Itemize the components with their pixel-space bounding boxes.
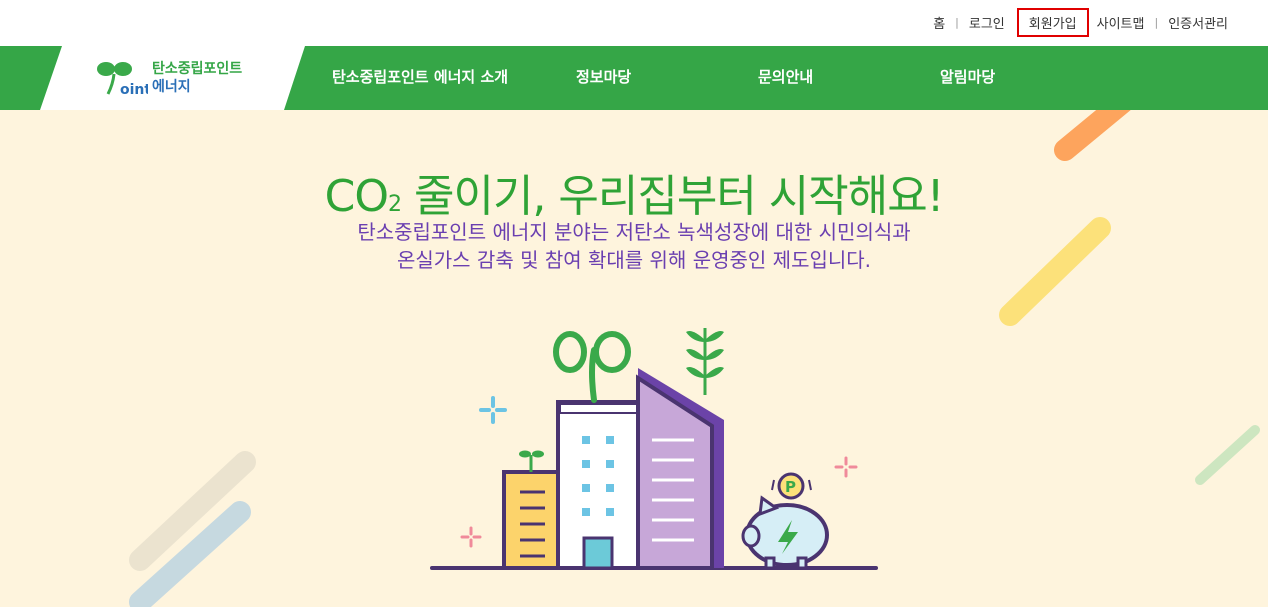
site-logo[interactable]: oint 탄소중립포인트 에너지 [96, 58, 242, 98]
logo-line1: 탄소중립포인트 [152, 61, 243, 77]
main-nav-bar: oint 탄소중립포인트 에너지 탄소중립포인트 에너지 소개 정보마당 문의안… [0, 46, 1268, 110]
menu-item-info[interactable]: 정보마당 [576, 66, 631, 87]
signup-link[interactable]: 회원가입 [1016, 7, 1089, 37]
logo-line2: 에너지 [152, 79, 191, 95]
sparkle-icon [479, 396, 507, 424]
sparkle-icon [460, 526, 482, 548]
page-root: 홈 | 로그인 회원가입 사이트맵 | 인증서관리 oint 탄소중립포인트 에… [0, 0, 1268, 607]
certificate-management-link[interactable]: 인증서관리 [1164, 13, 1232, 32]
plant-icon [686, 328, 724, 395]
sprout-logo-icon: oint [97, 62, 148, 98]
hero-banner: CO2 줄이기, 우리집부터 시작해요! 탄소중립포인트 에너지 분야는 저탄소… [0, 110, 1268, 607]
logo-glyph: oint [120, 82, 148, 98]
utility-bar: 홈 | 로그인 회원가입 사이트맵 | 인증서관리 [0, 0, 1268, 46]
city-illustration: P [430, 328, 878, 570]
separator: | [955, 15, 959, 29]
sparkle-icon [834, 456, 858, 478]
sitemap-link[interactable]: 사이트맵 [1093, 13, 1149, 32]
yellow-building-icon [502, 450, 561, 570]
purple-building-icon [636, 368, 724, 570]
separator: | [1154, 15, 1159, 29]
home-link[interactable]: 홈 [929, 13, 949, 32]
sprout-icon [553, 331, 631, 403]
menu-item-notice[interactable]: 알림마당 [940, 66, 995, 87]
logo-text: 탄소중립포인트 에너지 [152, 60, 242, 96]
coin-letter: P [785, 478, 796, 496]
login-link[interactable]: 로그인 [965, 13, 1009, 32]
piggy-bank-icon: P [741, 472, 829, 570]
menu-item-inquiry[interactable]: 문의안내 [758, 66, 813, 87]
white-building-icon [556, 400, 642, 570]
utility-nav: 홈 | 로그인 회원가입 사이트맵 | 인증서관리 [929, 7, 1232, 37]
menu-item-intro[interactable]: 탄소중립포인트 에너지 소개 [332, 66, 508, 87]
